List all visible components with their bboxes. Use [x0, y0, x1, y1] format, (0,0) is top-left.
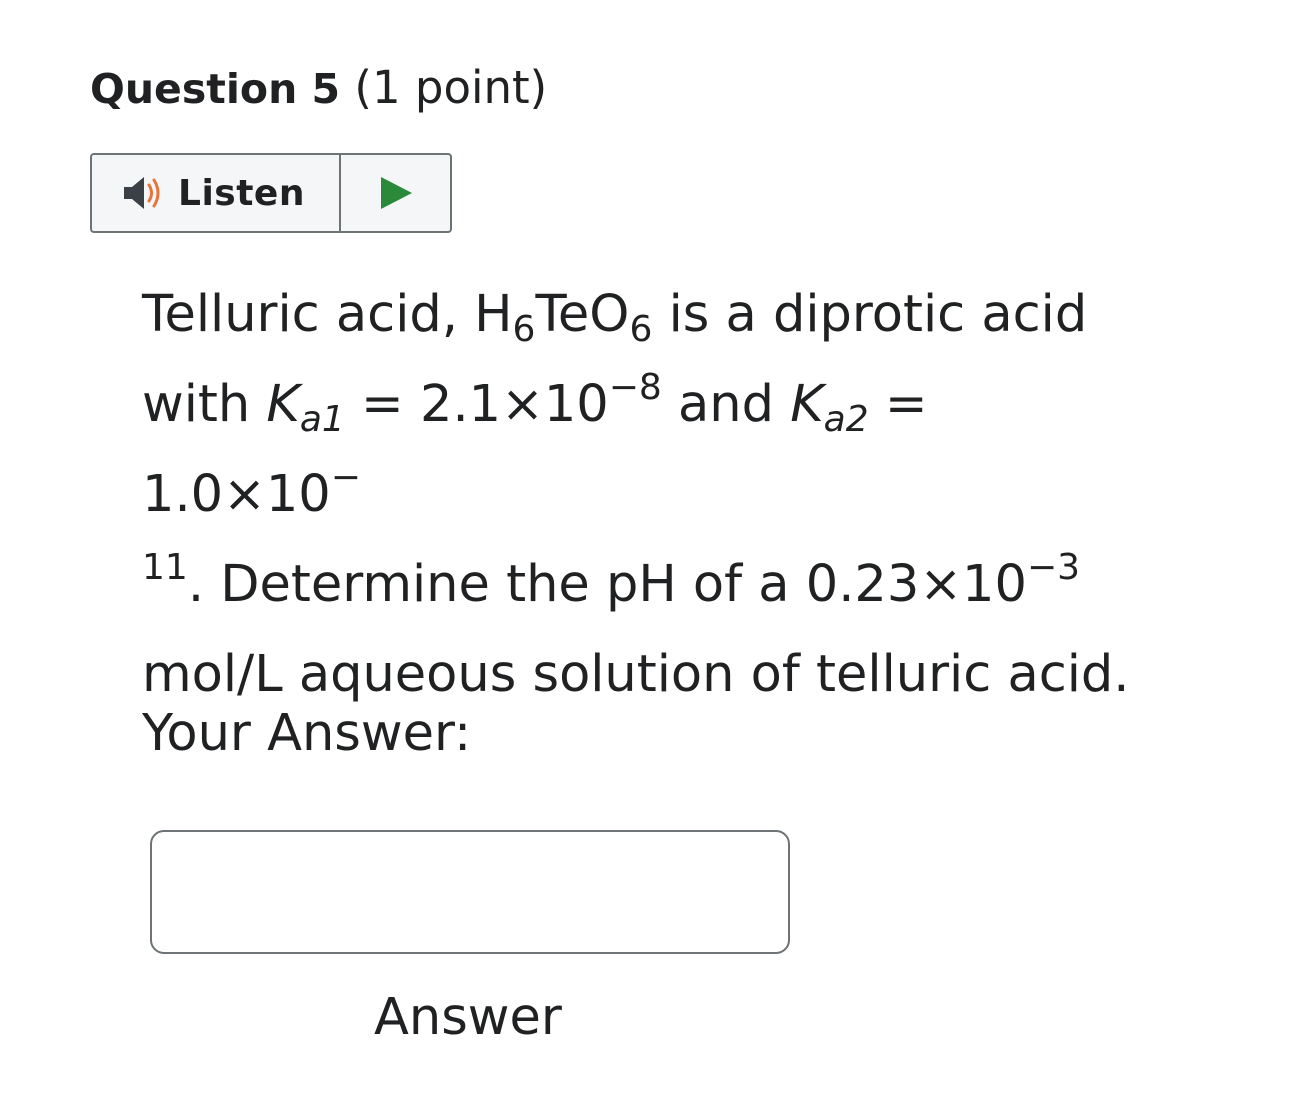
prompt-text: and	[661, 375, 791, 434]
prompt-text: with	[142, 375, 267, 434]
subscript: 6	[512, 309, 536, 350]
listen-widget: Listen	[90, 153, 452, 233]
prompt-text: TeO	[535, 285, 630, 344]
your-answer-heading: Your Answer:	[142, 704, 472, 763]
answer-input[interactable]	[150, 830, 790, 954]
question-points: (1 point)	[340, 61, 548, 114]
play-button[interactable]	[341, 155, 450, 231]
prompt-text: is a diprotic acid	[652, 285, 1088, 344]
question-header: Question 5 (1 point)	[90, 58, 547, 119]
question-title: Question 5	[90, 65, 341, 113]
superscript: 11	[142, 547, 188, 588]
speaker-icon	[124, 177, 160, 209]
ka1-symbol: K	[266, 375, 300, 434]
listen-button[interactable]: Listen	[92, 155, 341, 231]
subscript: a2	[823, 399, 869, 440]
prompt-text: Telluric acid, H	[142, 285, 513, 344]
subscript: a1	[299, 399, 345, 440]
subscript: 6	[629, 309, 653, 350]
superscript: −	[330, 457, 361, 498]
prompt-text: = 2.1×10	[344, 375, 609, 434]
superscript: −8	[608, 367, 662, 408]
listen-label: Listen	[178, 172, 305, 214]
ka2-symbol: K	[790, 375, 824, 434]
superscript: −3	[1026, 547, 1081, 588]
prompt-text: mol/L aqueous solution of telluric acid.	[142, 645, 1130, 704]
play-icon	[380, 177, 412, 209]
prompt-text: . Determine the pH of a 0.23×10	[187, 555, 1027, 614]
question-prompt: Telluric acid, H6TeO6 is a diprotic acid…	[142, 270, 1152, 720]
answer-label: Answer	[374, 988, 562, 1047]
